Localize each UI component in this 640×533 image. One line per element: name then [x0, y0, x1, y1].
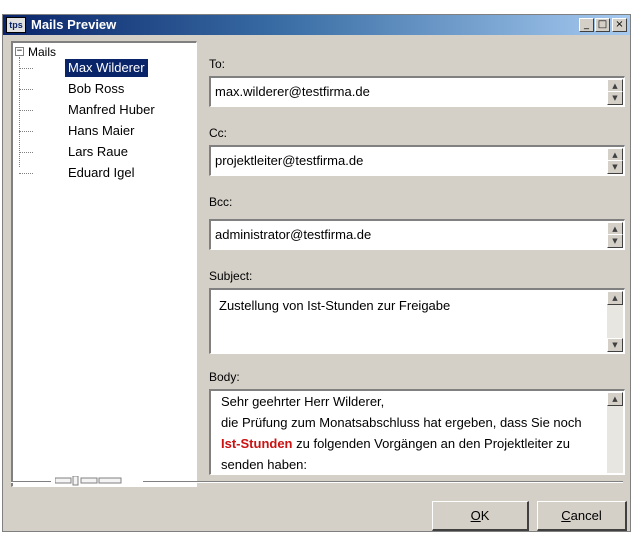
tree-connector: [19, 68, 33, 69]
scroll-up-icon[interactable]: ▲: [607, 291, 623, 305]
cc-value: projektleiter@testfirma.de: [215, 153, 364, 168]
subject-field[interactable]: Zustellung von Ist-Stunden zur Freigabe …: [209, 288, 625, 354]
maximize-button[interactable]: □: [595, 18, 610, 32]
tree-item-label: Lars Raue: [68, 144, 128, 159]
tree-item-manfred-huber[interactable]: Manfred Huber: [19, 101, 189, 119]
bcc-field[interactable]: administrator@testfirma.de ▲ ▼: [209, 219, 625, 250]
body-text: Sehr geehrter Herr Wilderer, die Prüfung…: [221, 391, 582, 474]
tree-connector: [19, 89, 33, 90]
tps-logo-icon: [55, 476, 122, 486]
tree-item-label: Bob Ross: [68, 81, 125, 96]
ok-label: K: [480, 508, 490, 523]
tree-connector: [19, 152, 33, 153]
tree-item-max-wilderer[interactable]: Max Wilderer: [19, 59, 189, 77]
app-icon: tps: [6, 17, 26, 33]
subject-value: Zustellung von Ist-Stunden zur Freigabe: [219, 298, 451, 313]
body-line: senden haben:: [221, 457, 308, 472]
collapse-icon[interactable]: −: [15, 47, 24, 56]
to-value: max.wilderer@testfirma.de: [215, 84, 370, 99]
body-line: Sehr geehrter Herr Wilderer,: [221, 394, 385, 409]
tree-item-bob-ross[interactable]: Bob Ross: [19, 80, 189, 98]
scroll-down-icon[interactable]: ▼: [607, 338, 623, 352]
subject-label: Subject:: [209, 269, 253, 283]
scroll-down-icon[interactable]: ▼: [607, 234, 623, 248]
bcc-label: Bcc:: [209, 195, 233, 209]
tree-item-label: Manfred Huber: [68, 102, 155, 117]
subject-scrollbar[interactable]: ▲ ▼: [607, 291, 623, 352]
to-field[interactable]: max.wilderer@testfirma.de ▲ ▼: [209, 76, 625, 107]
close-button[interactable]: ×: [612, 18, 627, 32]
minimize-button[interactable]: _: [579, 18, 594, 32]
bcc-value: administrator@testfirma.de: [215, 227, 372, 242]
ok-mnemonic: O: [470, 508, 481, 523]
body-field[interactable]: Sehr geehrter Herr Wilderer, die Prüfung…: [209, 389, 625, 475]
footer-separator-left: [11, 481, 51, 483]
tree-item-hans-maier[interactable]: Hans Maier: [19, 122, 189, 140]
tree-connector: [19, 131, 33, 132]
cancel-mnemonic: C: [561, 508, 571, 523]
to-scrollbar[interactable]: ▲ ▼: [607, 79, 623, 105]
body-line: Ist-Stunden zu folgenden Vorgängen an de…: [221, 433, 582, 454]
mails-preview-window: tps Mails Preview _ □ × − Mails Max Wild…: [2, 14, 631, 532]
cc-scrollbar[interactable]: ▲ ▼: [607, 148, 623, 174]
window-title: Mails Preview: [31, 17, 117, 32]
tree-connector: [19, 173, 33, 174]
tree-connector: [19, 110, 33, 111]
scroll-up-icon[interactable]: ▲: [607, 392, 623, 406]
body-scrollbar[interactable]: ▲: [607, 392, 623, 473]
title-bar[interactable]: tps Mails Preview _ □ ×: [3, 15, 630, 35]
scroll-down-icon[interactable]: ▼: [607, 160, 623, 174]
body-label: Body:: [209, 370, 240, 384]
footer-separator-right: [143, 481, 623, 483]
cc-field[interactable]: projektleiter@testfirma.de ▲ ▼: [209, 145, 625, 176]
tree-item-label: Eduard Igel: [68, 165, 135, 180]
tree-root-label: Mails: [28, 45, 57, 59]
body-line: die Prüfung zum Monatsabschluss hat erge…: [221, 415, 582, 430]
cc-label: Cc:: [209, 126, 227, 140]
tree-item-label: Max Wilderer: [65, 59, 148, 77]
highlighted-term: Ist-Stunden: [221, 436, 293, 451]
bcc-scrollbar[interactable]: ▲ ▼: [607, 222, 623, 248]
cancel-button[interactable]: Cancel: [537, 501, 627, 531]
tree-item-lars-raue[interactable]: Lars Raue: [19, 143, 189, 161]
body-line-rest: zu folgenden Vorgängen an den Projektlei…: [292, 436, 571, 451]
scroll-down-icon[interactable]: ▼: [607, 91, 623, 105]
cancel-label: ancel: [570, 508, 602, 523]
mails-tree[interactable]: − Mails Max Wilderer Bob Ross Manfred Hu…: [11, 41, 197, 487]
tree-item-eduard-igel[interactable]: Eduard Igel: [19, 164, 189, 182]
ok-button[interactable]: OK: [432, 501, 529, 531]
to-label: To:: [209, 57, 226, 71]
tree-item-label: Hans Maier: [68, 123, 135, 138]
